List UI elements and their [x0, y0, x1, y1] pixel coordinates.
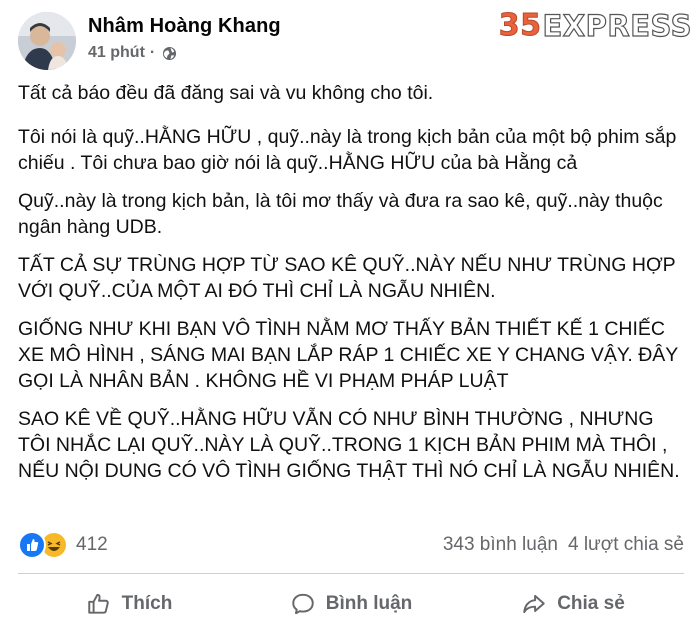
comment-button-label: Bình luận	[325, 593, 413, 614]
watermark-text: EXPRESS	[542, 8, 692, 43]
reaction-icons[interactable]	[18, 531, 68, 559]
post-content: Tất cả báo đều đã đăng sai và vu không c…	[18, 80, 690, 496]
share-arrow-icon	[523, 594, 545, 614]
like-button[interactable]: Thích	[18, 582, 240, 626]
author-avatar[interactable]	[18, 12, 76, 70]
like-button-label: Thích	[121, 593, 173, 614]
post-timestamp[interactable]: 41 phút	[88, 44, 145, 62]
avatar-photo	[18, 12, 76, 70]
comment-count[interactable]: 343 bình luận	[443, 534, 558, 556]
globe-icon	[163, 46, 177, 60]
express-watermark-logo: 35 EXPRESS	[498, 8, 692, 44]
share-button[interactable]: Chia sẻ	[462, 582, 684, 626]
like-reaction-icon	[18, 531, 46, 559]
meta-separator: ·	[149, 44, 156, 61]
post-paragraph: GIỐNG NHƯ KHI BẠN VÔ TÌNH NẰM MƠ THẤY BẢ…	[18, 318, 678, 392]
thumbs-up-icon	[87, 593, 109, 614]
actions-divider	[18, 573, 684, 574]
comment-bubble-icon	[291, 593, 314, 615]
engagement-stats: 343 bình luận 4 lượt chia sẻ	[443, 534, 684, 556]
author-name[interactable]: Nhâm Hoàng Khang	[88, 15, 281, 38]
post-paragraph: SAO KÊ VỀ QUỸ..HẰNG HỮU VẪN CÓ NHƯ BÌNH …	[18, 408, 680, 482]
share-count[interactable]: 4 lượt chia sẻ	[568, 534, 684, 556]
post-meta: 41 phút ·	[88, 44, 177, 62]
post-paragraph: TẤT CẢ SỰ TRÙNG HỢP TỪ SAO KÊ QUỸ..NÀY N…	[18, 254, 676, 302]
comment-button[interactable]: Bình luận	[240, 582, 462, 626]
post-actions: Thích Bình luận Chia sẻ	[18, 582, 684, 626]
post-paragraph: Tất cả báo đều đã đăng sai và vu không c…	[18, 82, 434, 104]
watermark-number: 35	[498, 8, 542, 44]
share-button-label: Chia sẻ	[557, 593, 625, 614]
reaction-count[interactable]: 412	[76, 534, 108, 556]
post-paragraph: Quỹ..này là trong kịch bản, là tôi mơ th…	[18, 190, 663, 238]
facebook-post: Nhâm Hoàng Khang 41 phút · 35 EXPRESS Tấ…	[0, 0, 700, 642]
post-paragraph: Tôi nói là quỹ..HẰNG HỮU , quỹ..này là t…	[18, 126, 677, 174]
reactions-bar: 412 343 bình luận 4 lượt chia sẻ	[18, 530, 684, 560]
